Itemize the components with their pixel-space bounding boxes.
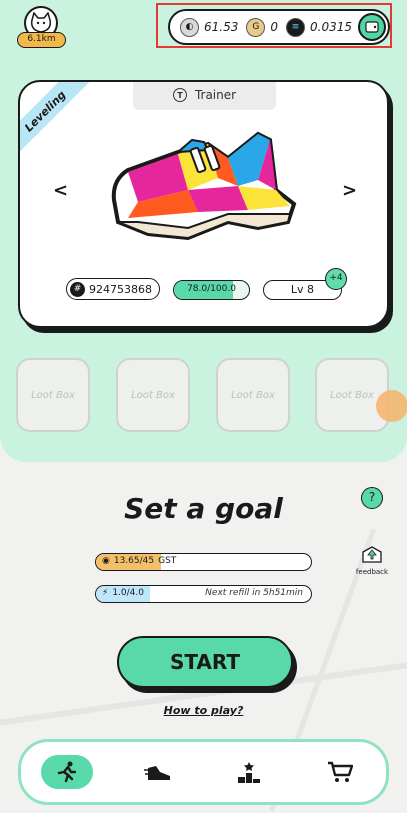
feedback-button[interactable]: feedback [355,546,389,576]
gmt-balance: 61.53 [204,20,239,34]
energy-value: 1.0/4.0 [112,588,144,598]
gst-cap-text-row: ◉ 13.65/45 GST [96,554,311,569]
loot-box-slot[interactable]: Loot Box [116,358,190,432]
sneaker-card: Leveling T Trainer < > # 924753868 78.0/… [18,80,389,328]
nav-run[interactable] [40,755,93,789]
nav-marketplace[interactable] [314,755,366,789]
level-progress-text: 78.0/100.0 [187,284,236,294]
loot-box-label: Loot Box [231,389,275,401]
prev-sneaker-button[interactable]: < [53,180,68,201]
energy-bar: ⚡ 1.0/4.0 Next refill in 5h51min [95,585,312,603]
loot-box-slot[interactable]: Loot Box [16,358,90,432]
podium-icon [238,762,261,783]
gst-coin-icon: G [246,17,266,37]
feedback-label: feedback [355,568,389,576]
nav-sneakers[interactable] [132,755,184,789]
level-progress-bar: 78.0/100.0 [173,280,250,300]
touch-indicator [376,390,407,422]
nav-ranking[interactable] [223,755,275,789]
gst-balance: 0 [270,20,278,34]
start-button[interactable]: START [117,636,293,688]
gst-cap-bar: ◉ 13.65/45 GST [95,553,312,571]
hash-icon: # [70,281,85,297]
help-button[interactable]: ? [361,487,383,509]
loot-box-label: Loot Box [330,389,374,401]
gst-cap-value: 13.65/45 [113,556,155,566]
gst-coin-icon: ◉ [102,556,110,566]
sol-balance: 0.0315 [310,20,352,34]
bottom-nav [18,739,389,805]
sneaker-id: # 924753868 [66,278,160,300]
level-up-badge[interactable]: +4 [325,268,347,290]
wallet-button[interactable] [358,13,386,41]
lightning-icon: ⚡ [102,588,109,598]
sneaker-id-value: 924753868 [89,282,152,296]
loot-box-slot[interactable]: Loot Box [315,358,389,432]
goal-title: Set a goal [124,492,283,525]
gmt-coin-icon: ◐ [180,17,199,37]
leveling-ribbon: Leveling [20,82,92,158]
loot-box-label: Loot Box [131,389,175,401]
feedback-icon [362,546,382,563]
sneaker-icon [143,766,170,780]
loot-box-slot[interactable]: Loot Box [216,358,290,432]
cat-icon [30,12,52,33]
how-to-play-link[interactable]: How to play? [0,704,407,717]
running-icon [57,761,76,783]
sneaker-type-tab: T Trainer [133,82,276,110]
sneaker-image [111,131,297,241]
gst-cap-unit: GST [158,556,177,566]
trainer-icon: T [172,88,187,102]
distance-badge: 6.1km [17,32,66,48]
loot-box-label: Loot Box [31,389,75,401]
balance-bar[interactable]: ◐ 61.53 G 0 ≡ 0.0315 [168,9,390,45]
wallet-icon [365,21,379,33]
sol-coin-icon: ≡ [286,17,305,37]
next-sneaker-button[interactable]: > [342,180,357,201]
refill-timer: Next refill in 5h51min [205,588,303,598]
sneaker-type-label: Trainer [194,88,237,102]
cart-icon [328,761,354,782]
